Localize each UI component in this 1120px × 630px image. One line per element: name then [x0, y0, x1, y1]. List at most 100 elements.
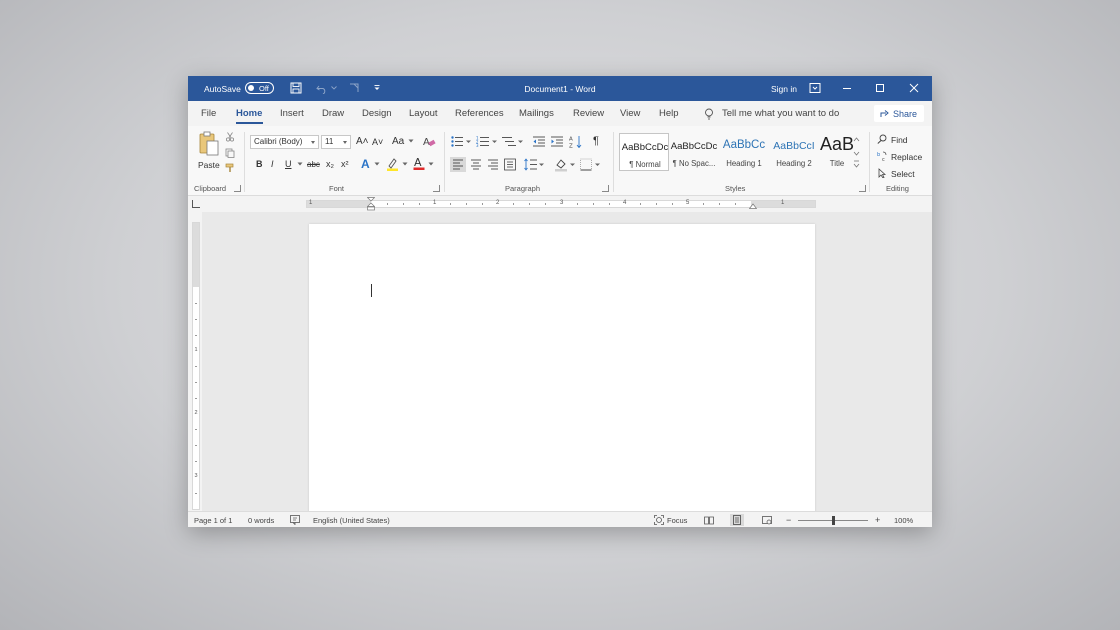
select-label: Select [891, 169, 915, 179]
subscript-button[interactable]: x₂ [326, 159, 334, 169]
search-icon [877, 134, 887, 144]
italic-button[interactable]: I [271, 159, 274, 169]
separator [869, 132, 870, 192]
ruler-tick [195, 461, 197, 462]
tab-view[interactable]: View [620, 108, 640, 119]
highlight-dropdown-icon[interactable] [402, 162, 408, 166]
shrink-font-button[interactable]: A˅ [372, 137, 383, 147]
style-heading-1[interactable]: AaBbCc Heading 1 [719, 133, 769, 171]
tab-design[interactable]: Design [362, 108, 392, 119]
highlight-icon[interactable] [386, 157, 399, 171]
share-button[interactable]: Share [874, 105, 924, 122]
horizontal-ruler[interactable]: 1 1 2 3 4 5 1 [306, 197, 816, 211]
superscript-button[interactable]: x² [341, 159, 349, 169]
tell-me-search[interactable]: Tell me what you want to do [722, 108, 839, 119]
tab-review[interactable]: Review [573, 108, 604, 119]
strikethrough-button[interactable]: abc [307, 160, 320, 169]
ruler-tick [195, 429, 197, 430]
zoom-in-button[interactable]: + [875, 515, 880, 525]
increase-indent-icon[interactable] [551, 136, 563, 147]
ruler-tick [450, 203, 451, 205]
styles-group-label: Styles [725, 184, 746, 193]
tab-file[interactable]: File [201, 108, 216, 119]
change-case-dropdown-icon[interactable] [408, 139, 414, 143]
page-count[interactable]: Page 1 of 1 [194, 516, 232, 525]
clipboard-launcher-icon[interactable] [234, 185, 241, 192]
show-formatting-marks-button[interactable]: ¶ [593, 135, 599, 147]
tab-mailings[interactable]: Mailings [519, 108, 554, 119]
font-size-combo[interactable]: 11 [321, 135, 351, 149]
tab-selector-icon[interactable] [192, 200, 200, 208]
text-effects-dropdown-icon[interactable] [374, 162, 380, 166]
close-button[interactable] [905, 80, 923, 96]
paragraph-launcher-icon[interactable] [602, 185, 609, 192]
font-launcher-icon[interactable] [433, 185, 440, 192]
font-color-icon[interactable]: A [413, 156, 425, 170]
tab-layout[interactable]: Layout [409, 108, 438, 119]
ribbon-display-options-icon[interactable] [809, 82, 821, 94]
vertical-ruler[interactable]: 1 2 3 [192, 222, 200, 510]
underline-button[interactable]: U [285, 159, 292, 169]
font-name-value: Calibri (Body) [254, 137, 303, 146]
tab-draw[interactable]: Draw [322, 108, 344, 119]
read-mode-icon[interactable] [704, 515, 714, 525]
word-count[interactable]: 0 words [248, 516, 274, 525]
align-right-icon[interactable] [486, 157, 500, 172]
font-name-combo[interactable]: Calibri (Body) [250, 135, 319, 149]
zoom-slider-thumb[interactable] [832, 516, 835, 525]
tab-insert[interactable]: Insert [280, 108, 304, 119]
styles-scroll-icon[interactable] [853, 136, 860, 170]
minimize-button[interactable] [838, 80, 856, 96]
ruler-tick [419, 203, 420, 205]
change-case-button[interactable]: Aa [392, 136, 404, 147]
style-normal[interactable]: AaBbCcDc ¶ Normal [619, 133, 669, 171]
multilevel-list-icon[interactable] [502, 136, 524, 147]
cut-icon[interactable] [225, 132, 235, 142]
bold-button[interactable]: B [256, 159, 263, 169]
grow-font-button[interactable]: A˄ [356, 136, 369, 147]
editing-group-label: Editing [886, 184, 909, 193]
document-page[interactable] [309, 224, 815, 524]
share-label: Share [893, 109, 918, 119]
sort-button[interactable]: AZ [569, 135, 583, 148]
tab-help[interactable]: Help [659, 108, 679, 119]
clear-formatting-icon[interactable]: A [423, 135, 436, 147]
copy-icon[interactable] [225, 148, 235, 158]
focus-icon[interactable] [654, 515, 664, 525]
proofing-icon[interactable] [290, 515, 300, 525]
text-effects-button[interactable]: A [361, 157, 370, 171]
maximize-button[interactable] [871, 80, 889, 96]
web-layout-icon[interactable] [762, 515, 772, 525]
language-indicator[interactable]: English (United States) [313, 516, 390, 525]
focus-label[interactable]: Focus [667, 516, 687, 525]
ruler-number: 1 [781, 200, 785, 206]
zoom-out-button[interactable]: − [786, 515, 791, 525]
align-left-icon[interactable] [450, 157, 466, 172]
underline-dropdown-icon[interactable] [297, 162, 303, 166]
ruler-tick [545, 203, 546, 205]
style-title[interactable]: AaB Title [819, 133, 855, 171]
styles-launcher-icon[interactable] [859, 185, 866, 192]
style-no-spacing[interactable]: AaBbCcDc ¶ No Spac... [669, 133, 719, 171]
numbering-icon[interactable]: 123 [476, 136, 498, 147]
line-spacing-icon[interactable] [524, 157, 544, 172]
justify-icon[interactable] [503, 157, 517, 172]
decrease-indent-icon[interactable] [533, 136, 545, 147]
sign-in-link[interactable]: Sign in [771, 84, 797, 94]
shading-icon[interactable] [554, 157, 576, 172]
bullets-icon[interactable] [451, 136, 471, 147]
borders-icon[interactable] [579, 157, 601, 172]
right-indent-marker-icon[interactable] [749, 203, 757, 209]
print-layout-icon[interactable] [730, 514, 744, 526]
format-painter-icon[interactable] [225, 163, 235, 173]
font-color-dropdown-icon[interactable] [428, 162, 434, 166]
align-center-icon[interactable] [469, 157, 483, 172]
tab-references[interactable]: References [455, 108, 504, 119]
ruler-tick [577, 203, 578, 205]
zoom-level[interactable]: 100% [894, 516, 913, 525]
paste-button[interactable]: Paste [198, 130, 220, 170]
indent-marker-icon[interactable] [367, 197, 375, 211]
replace-icon: bc [877, 151, 887, 161]
style-heading-2[interactable]: AaBbCcI Heading 2 [769, 133, 819, 171]
tab-home[interactable]: Home [236, 108, 262, 119]
